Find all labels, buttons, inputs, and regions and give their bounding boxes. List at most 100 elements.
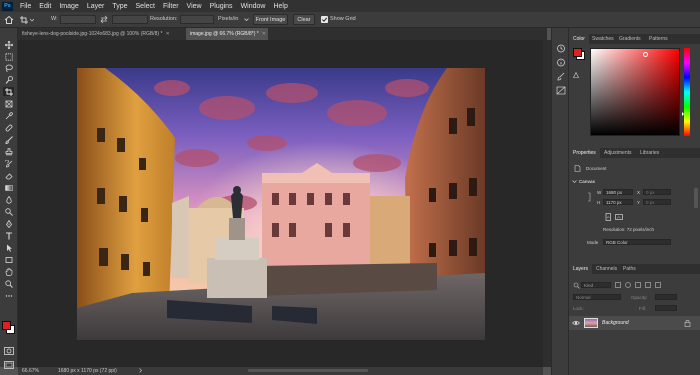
clear-button[interactable]: Clear bbox=[293, 14, 315, 25]
path-selection-tool-icon[interactable] bbox=[3, 243, 14, 252]
canvas-y-input[interactable]: 0 px bbox=[643, 199, 671, 205]
color-picker-cursor[interactable] bbox=[643, 52, 648, 57]
dodge-tool-icon[interactable] bbox=[3, 207, 14, 216]
tab-channels[interactable]: Channels bbox=[592, 264, 621, 274]
canvas-width-input[interactable]: 1680 px bbox=[603, 189, 633, 195]
filter-type-icon[interactable] bbox=[635, 282, 641, 288]
blur-tool-icon[interactable] bbox=[3, 195, 14, 204]
show-grid-checkbox[interactable] bbox=[321, 16, 328, 23]
lock-icon[interactable] bbox=[684, 319, 691, 327]
tab-color[interactable]: Color bbox=[569, 34, 589, 44]
chevron-down-icon[interactable] bbox=[572, 179, 577, 184]
pen-tool-icon[interactable] bbox=[3, 219, 14, 228]
eraser-tool-icon[interactable] bbox=[3, 171, 14, 180]
menu-filter[interactable]: Filter bbox=[159, 3, 183, 10]
history-icon[interactable] bbox=[556, 44, 566, 53]
brush-tool-icon[interactable] bbox=[3, 135, 14, 144]
lasso-tool-icon[interactable] bbox=[3, 63, 14, 72]
menu-view[interactable]: View bbox=[183, 3, 206, 10]
width-input[interactable] bbox=[60, 15, 96, 24]
layer-filter-kind[interactable]: Kind bbox=[581, 282, 611, 288]
chevron-down-icon[interactable] bbox=[244, 17, 249, 22]
tab-gradients[interactable]: Gradients bbox=[615, 34, 645, 44]
crop-tool-icon[interactable] bbox=[3, 87, 14, 96]
zoom-tool-icon[interactable] bbox=[3, 279, 14, 288]
marquee-tool-icon[interactable] bbox=[3, 52, 14, 61]
tab-fisheye-document[interactable]: fisheye-lens-dog-poolside.jpg-1024x683.j… bbox=[18, 28, 186, 40]
link-icon[interactable] bbox=[587, 192, 593, 202]
frame-tool-icon[interactable] bbox=[3, 99, 14, 108]
adjustments-icon[interactable] bbox=[556, 86, 566, 95]
fill-input[interactable] bbox=[655, 305, 677, 311]
tab-image-document[interactable]: image.jpg @ 66.7% (RGB/8*) * ✕ bbox=[186, 28, 268, 40]
info-icon[interactable] bbox=[556, 58, 566, 67]
tab-patterns[interactable]: Patterns bbox=[645, 34, 672, 44]
landscape-orientation-icon[interactable] bbox=[615, 213, 623, 221]
menu-edit[interactable]: Edit bbox=[35, 3, 55, 10]
properties-scrollbar[interactable] bbox=[694, 188, 698, 208]
tab-properties[interactable]: Properties bbox=[569, 148, 600, 158]
menu-layer[interactable]: Layer bbox=[83, 3, 109, 10]
layer-row[interactable]: Background bbox=[569, 316, 700, 330]
tab-layers[interactable]: Layers bbox=[569, 264, 593, 274]
blend-mode-select[interactable]: Normal bbox=[573, 294, 621, 300]
menu-type[interactable]: Type bbox=[108, 3, 131, 10]
resolution-unit-select[interactable]: Pixels/in bbox=[218, 16, 238, 22]
filter-adjustment-icon[interactable] bbox=[625, 282, 631, 288]
front-image-button[interactable]: Front Image bbox=[253, 14, 288, 25]
color-panel-foreground-swatch[interactable] bbox=[573, 48, 582, 57]
quick-mask-icon[interactable] bbox=[4, 342, 14, 355]
menu-image[interactable]: Image bbox=[55, 3, 82, 10]
eyedropper-tool-icon[interactable] bbox=[3, 111, 14, 120]
tab-adjustments[interactable]: Adjustments bbox=[600, 148, 636, 158]
clone-stamp-tool-icon[interactable] bbox=[3, 147, 14, 156]
filter-shape-icon[interactable] bbox=[645, 282, 651, 288]
move-tool-icon[interactable] bbox=[3, 40, 14, 49]
more-tools-icon[interactable] bbox=[3, 291, 14, 300]
document-info[interactable]: 1680 px x 1170 px (72 ppi) bbox=[58, 368, 117, 374]
quick-select-tool-icon[interactable] bbox=[3, 75, 14, 84]
tab-swatches[interactable]: Swatches bbox=[588, 34, 618, 44]
close-icon[interactable]: ✕ bbox=[262, 31, 266, 37]
close-icon[interactable]: ✕ bbox=[165, 31, 169, 37]
swap-icon[interactable] bbox=[100, 15, 108, 24]
chevron-right-icon[interactable] bbox=[138, 368, 143, 373]
filter-pixel-icon[interactable] bbox=[615, 282, 621, 288]
menu-window[interactable]: Window bbox=[237, 3, 270, 10]
canvas-x-input[interactable]: 0 px bbox=[643, 189, 671, 195]
menu-select[interactable]: Select bbox=[132, 3, 159, 10]
type-tool-icon[interactable] bbox=[3, 231, 14, 240]
rectangle-tool-icon[interactable] bbox=[3, 255, 14, 264]
home-icon[interactable] bbox=[4, 15, 14, 25]
menu-plugins[interactable]: Plugins bbox=[206, 3, 237, 10]
filter-smart-object-icon[interactable] bbox=[655, 282, 661, 288]
brush-settings-icon[interactable] bbox=[556, 72, 566, 81]
hue-slider[interactable] bbox=[684, 48, 690, 136]
resolution-input[interactable] bbox=[180, 15, 214, 24]
color-picker-field[interactable] bbox=[590, 48, 680, 136]
hue-slider-handle[interactable] bbox=[682, 112, 684, 116]
layer-name[interactable]: Background bbox=[602, 320, 629, 326]
zoom-level[interactable]: 66.67% bbox=[22, 368, 39, 374]
tab-libraries[interactable]: Libraries bbox=[636, 148, 663, 158]
healing-brush-tool-icon[interactable] bbox=[3, 123, 14, 132]
foreground-color-swatch[interactable] bbox=[2, 321, 11, 330]
opacity-input[interactable] bbox=[655, 294, 677, 300]
crop-tool-preset-icon[interactable] bbox=[20, 15, 35, 25]
eye-icon[interactable] bbox=[572, 319, 580, 327]
mode-select[interactable]: RGB Color bbox=[603, 239, 671, 245]
canvas-height-input[interactable]: 1170 px bbox=[603, 199, 633, 205]
portrait-orientation-icon[interactable] bbox=[604, 213, 612, 221]
menu-help[interactable]: Help bbox=[269, 3, 291, 10]
height-input[interactable] bbox=[112, 15, 148, 24]
screen-mode-icon[interactable] bbox=[4, 356, 14, 369]
document-image[interactable] bbox=[77, 68, 485, 340]
hand-tool-icon[interactable] bbox=[3, 267, 14, 276]
tab-paths[interactable]: Paths bbox=[619, 264, 640, 274]
gradient-tool-icon[interactable] bbox=[3, 183, 14, 192]
vertical-scrollbar[interactable] bbox=[543, 40, 551, 367]
horizontal-scrollbar[interactable] bbox=[248, 369, 368, 372]
document-canvas[interactable] bbox=[18, 40, 543, 367]
history-brush-tool-icon[interactable] bbox=[3, 159, 14, 168]
menu-file[interactable]: File bbox=[16, 3, 35, 10]
